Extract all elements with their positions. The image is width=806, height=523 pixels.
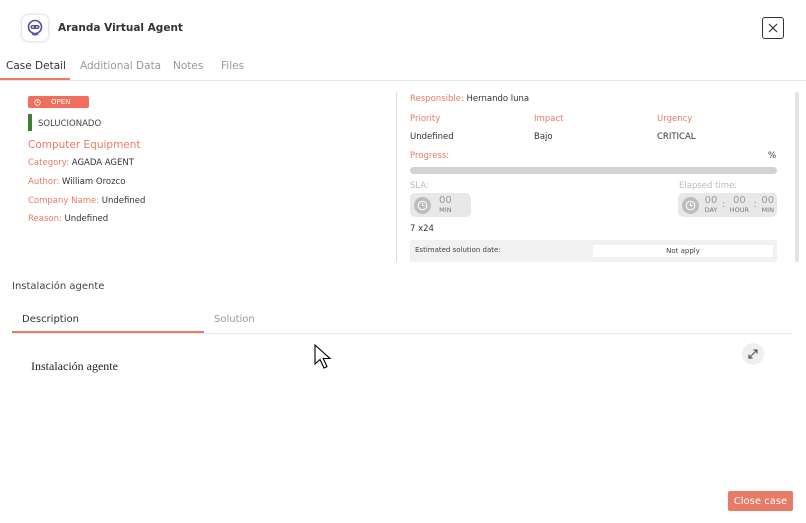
sla-timer: 00 MIN: [410, 193, 471, 217]
reason-field: Reason: Undefined: [28, 214, 108, 224]
mouse-cursor-icon: [314, 343, 334, 376]
tab-additional-data[interactable]: Additional Data: [80, 60, 161, 72]
responsible-field: Responsible: Hernando luna: [410, 94, 529, 104]
tab-files[interactable]: Files: [221, 60, 244, 72]
company-label: Company Name:: [28, 196, 100, 206]
state-indicator: [28, 114, 32, 131]
company-field: Company Name: Undefined: [28, 196, 145, 206]
elapsed-timer: 00 DAY : 00 HOUR : 00 MIN: [678, 193, 777, 217]
tab-solution[interactable]: Solution: [214, 314, 255, 325]
impact-value: Bajo: [534, 132, 553, 142]
time-separator: :: [722, 199, 726, 210]
clock-icon: [682, 196, 699, 214]
category-value: AGADA AGENT: [71, 158, 134, 168]
state-label: SOLUCIONADO: [38, 119, 102, 129]
sla-unit: MIN: [439, 206, 452, 214]
category-field: Category: AGADA AGENT: [28, 158, 134, 168]
progress-unit: %: [768, 151, 777, 161]
app-title: Aranda Virtual Agent: [58, 22, 183, 34]
estimated-solution-value: Not apply: [593, 245, 773, 257]
status-text: OPEN: [51, 98, 71, 106]
progress-bar: [410, 167, 777, 174]
estimated-solution-box: Estimated solution date: Not apply: [410, 240, 777, 262]
impact-label: Impact: [534, 114, 564, 124]
priority-label: Priority: [410, 114, 441, 124]
description-tabs: Description Solution: [12, 309, 792, 334]
reason-value: Undefined: [64, 214, 109, 224]
sla-minutes: 00: [439, 195, 452, 206]
elapsed-time-label: Elapsed time:: [679, 181, 738, 191]
expand-icon: [748, 349, 758, 359]
close-dialog-button[interactable]: [762, 17, 784, 39]
elapsed-minutes: 00: [761, 195, 775, 206]
status-badge: OPEN: [28, 96, 89, 108]
time-separator: :: [753, 199, 757, 210]
category-label: Category:: [28, 158, 70, 168]
description-text: Instalación agente: [31, 359, 118, 373]
day-unit: DAY: [704, 206, 718, 214]
schedule-text: 7 x24: [410, 224, 434, 234]
clock-icon: [34, 98, 41, 106]
active-tab-indicator: [0, 78, 70, 80]
reason-label: Reason:: [28, 214, 62, 224]
close-icon: [768, 23, 778, 33]
progress-label: Progress:: [410, 151, 450, 161]
details-scrollbar[interactable]: [795, 92, 799, 262]
urgency-label: Urgency: [657, 114, 693, 124]
app-logo: [22, 15, 48, 41]
service-name: Computer Equipment: [28, 139, 141, 151]
hour-unit: HOUR: [729, 206, 750, 214]
priority-value: Undefined: [410, 132, 454, 142]
responsible-value: Hernando luna: [466, 94, 530, 104]
elapsed-days: 00: [704, 195, 718, 206]
urgency-value: CRITICAL: [657, 132, 696, 142]
author-label: Author:: [28, 177, 60, 187]
expand-button[interactable]: [742, 343, 764, 365]
clock-icon: [414, 196, 431, 214]
estimated-solution-label: Estimated solution date:: [415, 246, 501, 254]
company-value: Undefined: [101, 196, 146, 206]
tab-case-detail[interactable]: Case Detail: [6, 60, 66, 72]
close-case-button[interactable]: Close case: [728, 491, 793, 511]
author-field: Author: William Orozco: [28, 177, 125, 187]
active-subtab-indicator: [12, 331, 204, 333]
tab-notes[interactable]: Notes: [173, 60, 203, 72]
case-tabs: Case Detail Additional Data Notes Files: [0, 56, 806, 81]
elapsed-hours: 00: [733, 195, 746, 206]
headset-bot-icon: [27, 19, 43, 36]
responsible-label: Responsible:: [410, 94, 464, 104]
author-value: William Orozco: [62, 177, 126, 187]
tab-description[interactable]: Description: [22, 314, 79, 325]
case-subject: Instalación agente: [12, 281, 105, 292]
sla-label: SLA:: [410, 181, 429, 191]
column-divider: [396, 92, 397, 262]
min-unit: MIN: [761, 206, 774, 214]
